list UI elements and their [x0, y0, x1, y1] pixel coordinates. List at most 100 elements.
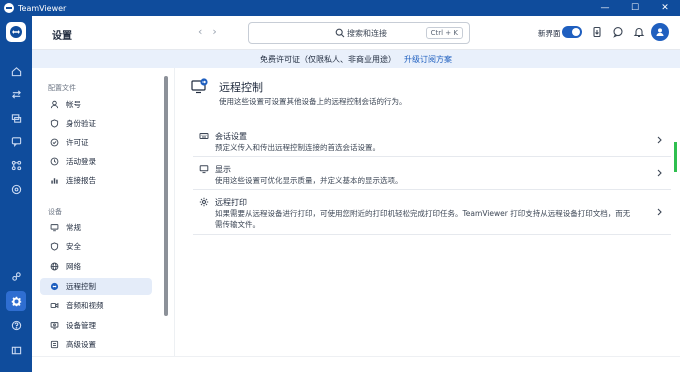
sidebar-item-label: 身份验证: [66, 119, 96, 128]
chat-icon[interactable]: [6, 131, 26, 151]
search-input[interactable]: [347, 26, 437, 40]
sidebar-item-license[interactable]: 许可证: [40, 134, 152, 151]
card-title: 远程打印: [215, 198, 247, 207]
sidebar-item-account[interactable]: 帐号: [40, 96, 152, 113]
card-description: 预定义传入和传出远程控制连接的首选会话设置。: [215, 143, 380, 152]
sidebar-item-connection-report[interactable]: 连接报告: [40, 172, 152, 189]
session-settings-card[interactable]: 会话设置 预定义传入和传出远程控制连接的首选会话设置。: [193, 124, 671, 157]
card-description: 如果需要从远程设备进行打印，可使用您附近的打印机轻松完成打印任务。TeamVie…: [215, 209, 631, 229]
remote-control-icon: [49, 282, 59, 292]
sidebar-item-label: 网络: [66, 262, 81, 271]
monitor-icon: [199, 164, 209, 174]
advanced-settings-icon: [49, 340, 59, 350]
new-ui-label: 新界面: [538, 29, 561, 38]
license-banner: 免费许可证（仅限私人、非商业用途） 升级订阅方案: [32, 50, 680, 68]
sidebar-item-label: 远程控制: [66, 282, 96, 291]
keyboard-icon: [199, 131, 209, 141]
app-title: TeamViewer: [18, 3, 67, 13]
history-navigation: ‹ ›: [198, 25, 217, 38]
upgrade-plan-link[interactable]: 升级订阅方案: [404, 54, 452, 65]
chat-bubble-icon[interactable]: [612, 26, 624, 38]
settings-sidebar: 配置文件 帐号 身份验证 许可证 活动登录 连接报告 设备 常规 安全 网络 远…: [32, 68, 174, 356]
main-content: 远程控制 使用这些设置可设置其他设备上的远程控制会话的行为。 会话设置 预定义传…: [174, 68, 680, 356]
teamviewer-home-logo[interactable]: [6, 22, 26, 42]
devices-icon[interactable]: [6, 108, 26, 128]
sidebar-item-label: 帐号: [66, 100, 81, 109]
chevron-right-icon: [655, 136, 663, 144]
minimize-button[interactable]: —: [590, 0, 620, 16]
sidebar-item-label: 连接报告: [66, 176, 96, 185]
section-label-profile: 配置文件: [48, 84, 76, 92]
sidebar-item-label: 活动登录: [66, 157, 96, 166]
title-bar: TeamViewer — ☐ ✕: [0, 0, 680, 16]
card-title: 会话设置: [215, 132, 247, 141]
back-arrow-icon[interactable]: ‹: [198, 25, 202, 38]
window-controls: — ☐ ✕: [590, 0, 680, 16]
sidebar-item-authentication[interactable]: 身份验证: [40, 115, 152, 132]
connection-indicator-bar: [674, 142, 677, 172]
sidebar-item-label: 高级设置: [66, 340, 96, 349]
collapse-sidebar-icon[interactable]: [6, 340, 26, 360]
shield-icon: [49, 242, 59, 252]
globe-icon: [49, 262, 59, 272]
user-icon: [49, 100, 59, 110]
card-description: 使用这些设置可优化显示质量，并定义基本的显示选项。: [215, 176, 403, 185]
report-icon: [49, 176, 59, 186]
help-icon[interactable]: [6, 315, 26, 335]
section-label-device: 设备: [48, 208, 62, 216]
section-description: 使用这些设置可设置其他设备上的远程控制会话的行为。: [219, 97, 407, 106]
remote-management-icon[interactable]: [6, 179, 26, 199]
sidebar-scrollbar[interactable]: [164, 76, 168, 316]
home-icon[interactable]: [6, 61, 26, 81]
left-rail: [0, 16, 32, 372]
monitor-icon: [49, 223, 59, 233]
connection-status-icon[interactable]: [6, 266, 26, 286]
header-bar: 设置 ‹ › Ctrl + K 新界面: [32, 16, 680, 50]
teamviewer-logo-icon: [4, 3, 14, 13]
sidebar-item-active-logins[interactable]: 活动登录: [40, 153, 152, 170]
connect-icon[interactable]: [6, 84, 26, 104]
close-button[interactable]: ✕: [650, 0, 680, 16]
license-icon: [49, 138, 59, 148]
shield-icon: [49, 119, 59, 129]
sidebar-item-network[interactable]: 网络: [40, 258, 152, 275]
sidebar-item-device-management[interactable]: 设备管理: [40, 317, 152, 334]
sidebar-item-label: 安全: [66, 242, 81, 251]
file-icon[interactable]: [591, 26, 603, 38]
remote-control-monitor-icon: [191, 78, 208, 94]
user-icon: [656, 28, 664, 36]
sidebar-item-label: 音频和视频: [66, 301, 104, 310]
section-title: 远程控制: [219, 81, 263, 94]
chevron-right-icon: [655, 169, 663, 177]
sidebar-item-general[interactable]: 常规: [40, 219, 152, 236]
login-icon: [49, 157, 59, 167]
gear-icon: [199, 197, 209, 207]
page-title: 设置: [52, 31, 72, 42]
user-avatar[interactable]: [651, 23, 669, 41]
sidebar-item-label: 设备管理: [66, 321, 96, 330]
maximize-button[interactable]: ☐: [620, 0, 650, 16]
search-icon: [335, 28, 345, 38]
notification-bell-icon[interactable]: [633, 26, 645, 38]
sidebar-item-security[interactable]: 安全: [40, 238, 152, 255]
card-title: 显示: [215, 165, 231, 174]
search-shortcut-hint: Ctrl + K: [425, 27, 463, 39]
teamviewer-logo-icon: [10, 26, 22, 38]
sidebar-item-audio-video[interactable]: 音频和视频: [40, 297, 152, 314]
sidebar-item-label: 常规: [66, 223, 81, 232]
forward-arrow-icon[interactable]: ›: [212, 25, 216, 38]
search-bar[interactable]: Ctrl + K: [248, 22, 470, 44]
device-management-icon: [49, 321, 59, 331]
license-text: 免费许可证（仅限私人、非商业用途）: [260, 54, 396, 64]
bottom-strip: [32, 356, 680, 372]
new-ui-toggle[interactable]: [562, 26, 582, 38]
sidebar-item-label: 许可证: [66, 138, 89, 147]
settings-gear-icon[interactable]: [6, 291, 26, 311]
display-card[interactable]: 显示 使用这些设置可优化显示质量，并定义基本的显示选项。: [193, 157, 671, 190]
audio-video-icon: [49, 301, 59, 311]
remote-printing-card[interactable]: 远程打印 如果需要从远程设备进行打印，可使用您附近的打印机轻松完成打印任务。Te…: [193, 190, 671, 235]
chevron-right-icon: [655, 208, 663, 216]
sidebar-item-remote-control[interactable]: 远程控制: [40, 278, 152, 295]
integrations-icon[interactable]: [6, 155, 26, 175]
sidebar-item-advanced-settings[interactable]: 高级设置: [40, 336, 152, 353]
